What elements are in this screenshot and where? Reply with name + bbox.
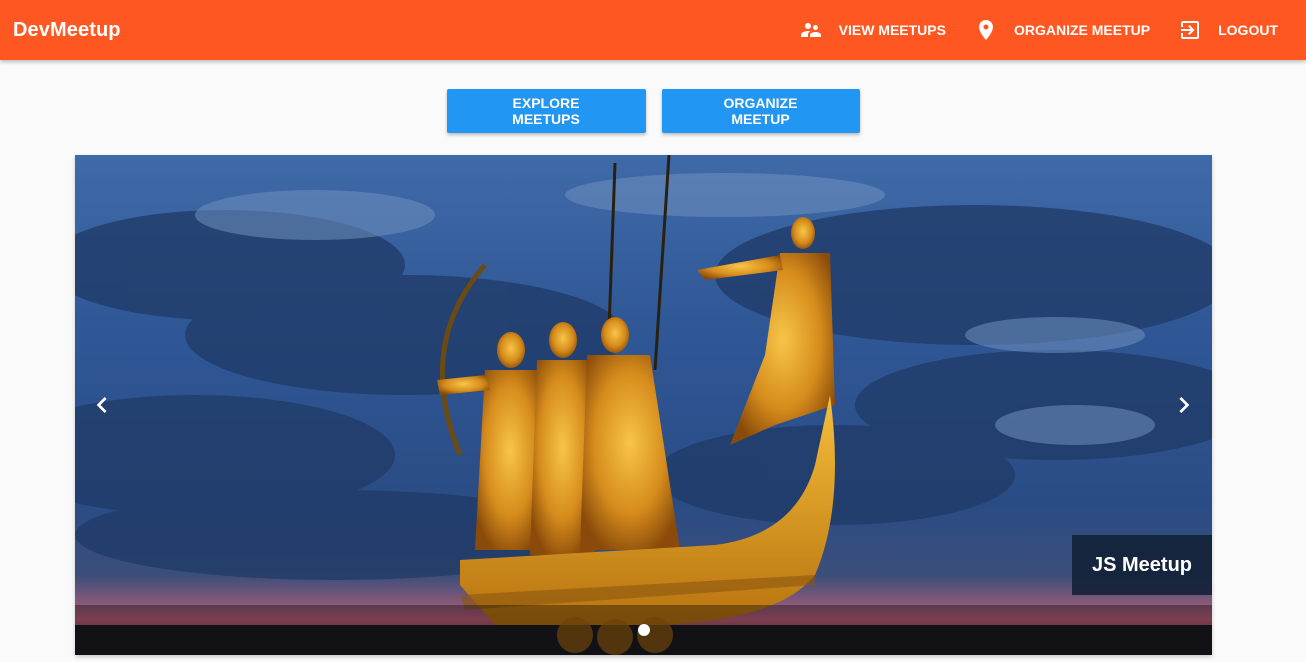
nav-organize-meetup[interactable]: ORGANIZE MEETUP: [960, 0, 1164, 60]
nav-view-meetups[interactable]: VIEW MEETUPS: [785, 0, 960, 60]
carousel-prev-button[interactable]: [84, 387, 120, 423]
chevron-right-icon: [1168, 389, 1200, 421]
nav-logout-label: LOGOUT: [1218, 22, 1278, 38]
location-pin-icon: [974, 18, 998, 42]
carousel-slide-image[interactable]: [75, 155, 1212, 655]
nav-view-meetups-label: VIEW MEETUPS: [838, 22, 946, 38]
organize-meetup-button[interactable]: ORGANIZE MEETUP: [661, 89, 860, 133]
exit-to-app-icon: [1178, 18, 1202, 42]
chevron-left-icon: [86, 389, 118, 421]
explore-meetups-button[interactable]: EXPLORE MEETUPS: [446, 89, 646, 133]
carousel-delimiters: [75, 605, 1212, 655]
top-nav: VIEW MEETUPS ORGANIZE MEETUP LOGOUT: [785, 0, 1292, 60]
slide-caption[interactable]: JS Meetup: [1072, 535, 1212, 595]
nav-organize-meetup-label: ORGANIZE MEETUP: [1013, 22, 1151, 38]
carousel-next-button[interactable]: [1166, 387, 1202, 423]
nav-logout[interactable]: LOGOUT: [1164, 0, 1292, 60]
carousel-delimiter-dot[interactable]: [637, 624, 650, 636]
meetup-carousel: JS Meetup: [75, 155, 1212, 655]
app-toolbar: DevMeetup VIEW MEETUPS ORGANIZE MEETUP L…: [0, 0, 1306, 60]
app-title[interactable]: DevMeetup: [13, 18, 121, 42]
hero-actions: EXPLORE MEETUPS ORGANIZE MEETUP: [0, 89, 1306, 133]
supervisor-account-icon: [799, 18, 823, 42]
